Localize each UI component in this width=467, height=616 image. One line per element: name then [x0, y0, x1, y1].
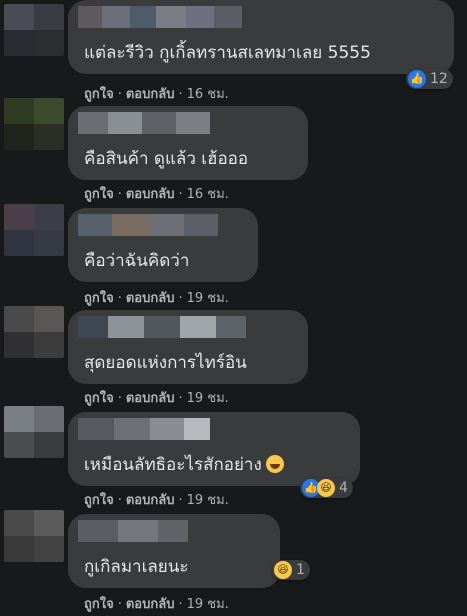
reply-button[interactable]: ตอบกลับ: [126, 291, 175, 306]
avatar-pixel: [34, 4, 64, 30]
haha-icon: 😆: [274, 561, 292, 579]
timestamp[interactable]: 19 ชม.: [187, 597, 229, 612]
commenter-name-blurred[interactable]: [78, 316, 246, 338]
avatar[interactable]: [4, 406, 64, 458]
commenter-name-blurred[interactable]: [78, 418, 210, 440]
like-button[interactable]: ถูกใจ: [84, 87, 114, 102]
reaction-summary[interactable]: 😆 1: [272, 560, 310, 580]
comment-bubble: เหมือนลัทธิอะไรสักอย่าง: [68, 412, 360, 486]
comment-text: สุดยอดแห่งการไทร์อิน: [84, 353, 247, 373]
timestamp[interactable]: 16 ชม.: [187, 87, 229, 102]
rofl-emoji-icon: [265, 455, 284, 473]
avatar[interactable]: [4, 98, 64, 150]
like-icon: 👍: [408, 70, 426, 88]
timestamp[interactable]: 16 ชม.: [187, 187, 229, 202]
comment-text: เหมือนลัทธิอะไรสักอย่าง: [84, 454, 284, 476]
reply-button[interactable]: ตอบกลับ: [126, 87, 175, 102]
avatar[interactable]: [4, 510, 64, 562]
like-button[interactable]: ถูกใจ: [84, 187, 114, 202]
avatar-pixel: [4, 4, 34, 30]
haha-icon: 😆: [317, 479, 335, 497]
timestamp[interactable]: 19 ชม.: [187, 493, 229, 508]
reaction-count: 12: [430, 71, 448, 87]
reaction-count: 4: [339, 480, 348, 496]
reaction-summary[interactable]: 👍 😆 4: [300, 478, 353, 498]
comment-bubble: คือสินค้า ดูแล้ว เฮ้อออ: [68, 106, 308, 180]
comment-text: คือว่าฉันคิดว่า: [84, 251, 190, 271]
reply-button[interactable]: ตอบกลับ: [126, 493, 175, 508]
comment-actions: ถูกใจ · ตอบกลับ · 19 ชม.: [84, 493, 229, 508]
comment-actions: ถูกใจ · ตอบกลับ · 19 ชม.: [84, 391, 229, 406]
reaction-summary[interactable]: 👍 12: [406, 69, 453, 89]
comment-actions: ถูกใจ · ตอบกลับ · 16 ชม.: [84, 87, 229, 102]
commenter-name-blurred[interactable]: [78, 520, 188, 542]
commenter-name-blurred[interactable]: [78, 214, 218, 236]
comment-actions: ถูกใจ · ตอบกลับ · 16 ชม.: [84, 187, 229, 202]
like-button[interactable]: ถูกใจ: [84, 597, 114, 612]
comment-text: กูเกิลมาเลยนะ: [84, 557, 189, 577]
avatar[interactable]: [4, 4, 64, 56]
avatar[interactable]: [4, 306, 64, 358]
commenter-name-blurred[interactable]: [78, 112, 210, 134]
reaction-count: 1: [296, 562, 305, 578]
like-button[interactable]: ถูกใจ: [84, 391, 114, 406]
commenter-name-blurred[interactable]: [78, 6, 242, 28]
reply-button[interactable]: ตอบกลับ: [126, 187, 175, 202]
comment-bubble: คือว่าฉันคิดว่า: [68, 208, 258, 282]
like-button[interactable]: ถูกใจ: [84, 291, 114, 306]
avatar-pixel: [4, 30, 34, 56]
comment-bubble: กูเกิลมาเลยนะ: [68, 514, 280, 588]
comment-bubble: แต่ละรีวิว กูเกิ้ลทรานสเลทมาเลย 5555: [68, 0, 454, 74]
comment-text: แต่ละรีวิว กูเกิ้ลทรานสเลทมาเลย 5555: [84, 43, 371, 63]
comment-actions: ถูกใจ · ตอบกลับ · 19 ชม.: [84, 597, 229, 612]
avatar-pixel: [34, 30, 64, 56]
like-button[interactable]: ถูกใจ: [84, 493, 114, 508]
reply-button[interactable]: ตอบกลับ: [126, 391, 175, 406]
comment-text: คือสินค้า ดูแล้ว เฮ้อออ: [84, 149, 249, 169]
reply-button[interactable]: ตอบกลับ: [126, 597, 175, 612]
avatar[interactable]: [4, 204, 64, 256]
timestamp[interactable]: 19 ชม.: [187, 291, 229, 306]
timestamp[interactable]: 19 ชม.: [187, 391, 229, 406]
comment-bubble: สุดยอดแห่งการไทร์อิน: [68, 310, 308, 384]
comment-actions: ถูกใจ · ตอบกลับ · 19 ชม.: [84, 291, 229, 306]
